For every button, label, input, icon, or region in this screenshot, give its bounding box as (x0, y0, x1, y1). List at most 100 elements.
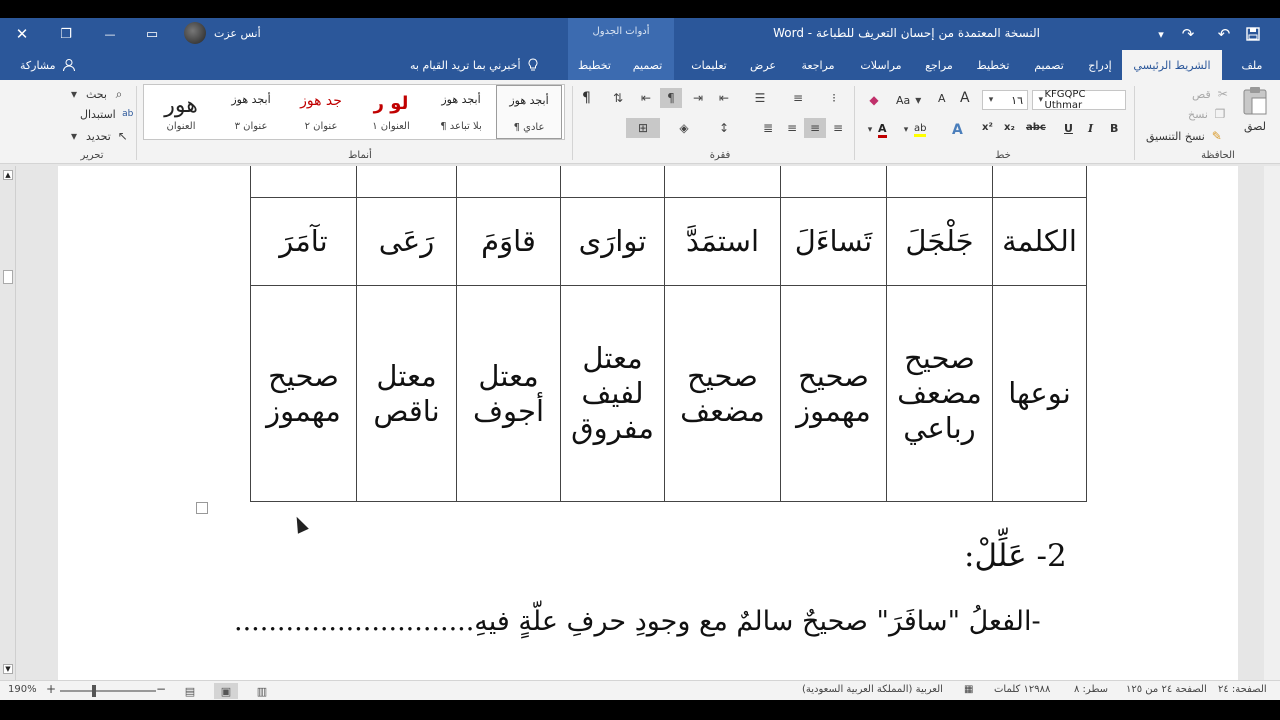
font-name-select[interactable]: ▾ KFGQPC Uthmar (1032, 89, 1126, 111)
language-status[interactable]: العربية (المملكة العربية السعودية) (802, 684, 943, 695)
share-button[interactable]: مشاركة (20, 50, 76, 80)
restore-button[interactable]: ❐ (52, 18, 80, 50)
style-heading-3[interactable]: أبجد هوز عنوان ٣ (218, 85, 284, 139)
sort-icon[interactable]: ⇅ (610, 90, 626, 106)
zoom-slider-thumb[interactable] (92, 685, 96, 697)
save-icon[interactable] (1240, 18, 1266, 50)
style-normal[interactable]: أبجد هوز ¶ عادي (496, 85, 562, 139)
shrink-font-icon[interactable]: A (938, 92, 946, 105)
scroll-up-icon[interactable]: ▲ (3, 170, 13, 180)
zoom-out-button[interactable]: − (156, 682, 166, 696)
strikethrough-icon[interactable]: abc (1026, 122, 1046, 133)
type-cell[interactable]: معتل لفيف مفروق (560, 285, 665, 502)
tab-help[interactable]: تعليمات (680, 50, 738, 80)
print-layout-icon[interactable]: ▣ (214, 683, 238, 699)
find-button[interactable]: ▾ بحث ⌕ (66, 86, 127, 102)
verbs-table[interactable]: الكلمة جَلْجَلَ تَساءَلَ استمَدَّ توارَى… (250, 166, 1087, 502)
change-case-button[interactable]: Aa ▾ (896, 92, 922, 108)
font-color-button[interactable]: ▾ A (866, 122, 887, 138)
page[interactable]: الكلمة جَلْجَلَ تَساءَلَ استمَدَّ توارَى… (58, 166, 1238, 680)
table-cell[interactable] (992, 166, 1087, 198)
customize-qat-button[interactable]: ▾ (1150, 18, 1172, 50)
proofing-icon[interactable]: ▦ (964, 684, 973, 695)
underline-icon[interactable]: U (1064, 122, 1073, 135)
font-size-select[interactable]: ▾ ١٦ (982, 90, 1028, 110)
replace-button[interactable]: استبدال ab (80, 106, 136, 122)
page-of-total[interactable]: الصفحة ٢٤ من ١٢٥ (1126, 684, 1207, 695)
bullets-icon[interactable]: ⁝ (826, 90, 842, 106)
table-cell[interactable] (356, 166, 457, 198)
shading-icon[interactable]: ◈ (676, 120, 692, 136)
zoom-level[interactable]: 190% (8, 684, 37, 695)
redo-icon[interactable]: ↷ (1176, 18, 1200, 50)
text-effects-icon[interactable]: A (952, 122, 963, 138)
subscript-icon[interactable]: x₂ (1004, 122, 1015, 133)
table-cell[interactable] (456, 166, 561, 198)
table-cell[interactable] (250, 166, 357, 198)
tab-home[interactable]: الشريط الرئيسي (1122, 50, 1222, 80)
ruler-marker[interactable] (3, 270, 13, 284)
style-heading-2[interactable]: جد هوز عنوان ٢ (288, 85, 354, 139)
minimize-button[interactable]: — (96, 18, 124, 50)
word-cell[interactable]: توارَى (560, 197, 665, 286)
table-cell[interactable] (780, 166, 887, 198)
show-marks-button[interactable]: ¶ (582, 90, 591, 106)
format-painter-button[interactable]: نسخ التنسيق ✎ (1146, 128, 1225, 144)
paste-button[interactable]: لصق (1240, 86, 1270, 140)
scroll-down-icon[interactable]: ▼ (3, 664, 13, 674)
align-left-icon[interactable]: ≡ (784, 120, 800, 136)
zoom-in-button[interactable]: + (46, 682, 56, 696)
table-cell[interactable] (886, 166, 993, 198)
ltr-direction-icon[interactable]: ⇤ (638, 90, 654, 106)
ribbon-display-options-button[interactable]: ▭ (138, 18, 166, 50)
table-cell[interactable] (560, 166, 665, 198)
type-cell[interactable]: صحيح مضعف رباعي (886, 285, 993, 502)
word-cell[interactable]: جَلْجَلَ (886, 197, 993, 286)
multilevel-list-icon[interactable]: ☰ (752, 90, 768, 106)
account-area[interactable]: أنس عزت (184, 22, 261, 44)
tab-design[interactable]: تصميم (1024, 50, 1074, 80)
word-cell[interactable]: استمَدَّ (664, 197, 781, 286)
tab-layout[interactable]: تخطيط (968, 50, 1018, 80)
word-count[interactable]: ١٢٩٨٨ كلمات (994, 684, 1050, 695)
vertical-scrollbar[interactable] (1264, 166, 1280, 680)
bold-icon[interactable]: B (1110, 122, 1118, 135)
type-cell[interactable]: معتل ناقص (356, 285, 457, 502)
tell-me-search[interactable]: أخبرني بما تريد القيام به (410, 50, 539, 80)
tab-table-design[interactable]: تصميم (621, 50, 674, 80)
page-number[interactable]: الصفحة: ٢٤ (1218, 684, 1267, 695)
increase-indent-icon[interactable]: ⇥ (690, 90, 706, 106)
style-title[interactable]: هور العنوان (148, 85, 214, 139)
word-header-cell[interactable]: الكلمة (992, 197, 1087, 286)
type-cell[interactable]: صحيح مهموز (250, 285, 357, 502)
word-cell[interactable]: رَعَى (356, 197, 457, 286)
align-right-icon[interactable]: ≡ (830, 120, 846, 136)
tab-table-layout[interactable]: تخطيط (568, 50, 621, 80)
rtl-direction-icon[interactable]: ¶ (660, 88, 682, 108)
close-button[interactable]: ✕ (8, 18, 36, 50)
style-heading-1[interactable]: ﻟﻮ ﺭ العنوان ١ (358, 85, 424, 139)
type-cell[interactable]: صحيح مضعف (664, 285, 781, 502)
word-cell[interactable]: تَساءَلَ (780, 197, 887, 286)
tab-mailings[interactable]: مراسلات (852, 50, 910, 80)
read-mode-icon[interactable]: ▥ (250, 683, 274, 699)
numbering-icon[interactable]: ≡ (790, 90, 806, 106)
type-cell[interactable]: معتل أجوف (456, 285, 561, 502)
superscript-icon[interactable]: x² (982, 122, 993, 133)
type-cell[interactable]: صحيح مهموز (780, 285, 887, 502)
style-no-spacing[interactable]: أبجد هوز ¶ بلا تباعد (428, 85, 494, 139)
align-center-icon[interactable]: ≡ (804, 118, 826, 138)
justify-icon[interactable]: ≣ (760, 120, 776, 136)
type-header-cell[interactable]: نوعها (992, 285, 1087, 502)
undo-icon[interactable]: ↶ (1212, 18, 1236, 50)
table-resize-handle[interactable] (196, 502, 208, 514)
tab-view[interactable]: عرض (740, 50, 786, 80)
italic-icon[interactable]: I (1088, 122, 1093, 135)
copy-button[interactable]: نسخ ❐ (1188, 106, 1228, 122)
tab-file[interactable]: ملف (1228, 50, 1276, 80)
word-cell[interactable]: قاوَمَ (456, 197, 561, 286)
borders-icon[interactable]: ⊞ (626, 118, 660, 138)
word-cell[interactable]: تآمَرَ (250, 197, 357, 286)
grow-font-icon[interactable]: A (960, 90, 970, 106)
web-layout-icon[interactable]: ▤ (178, 683, 202, 699)
